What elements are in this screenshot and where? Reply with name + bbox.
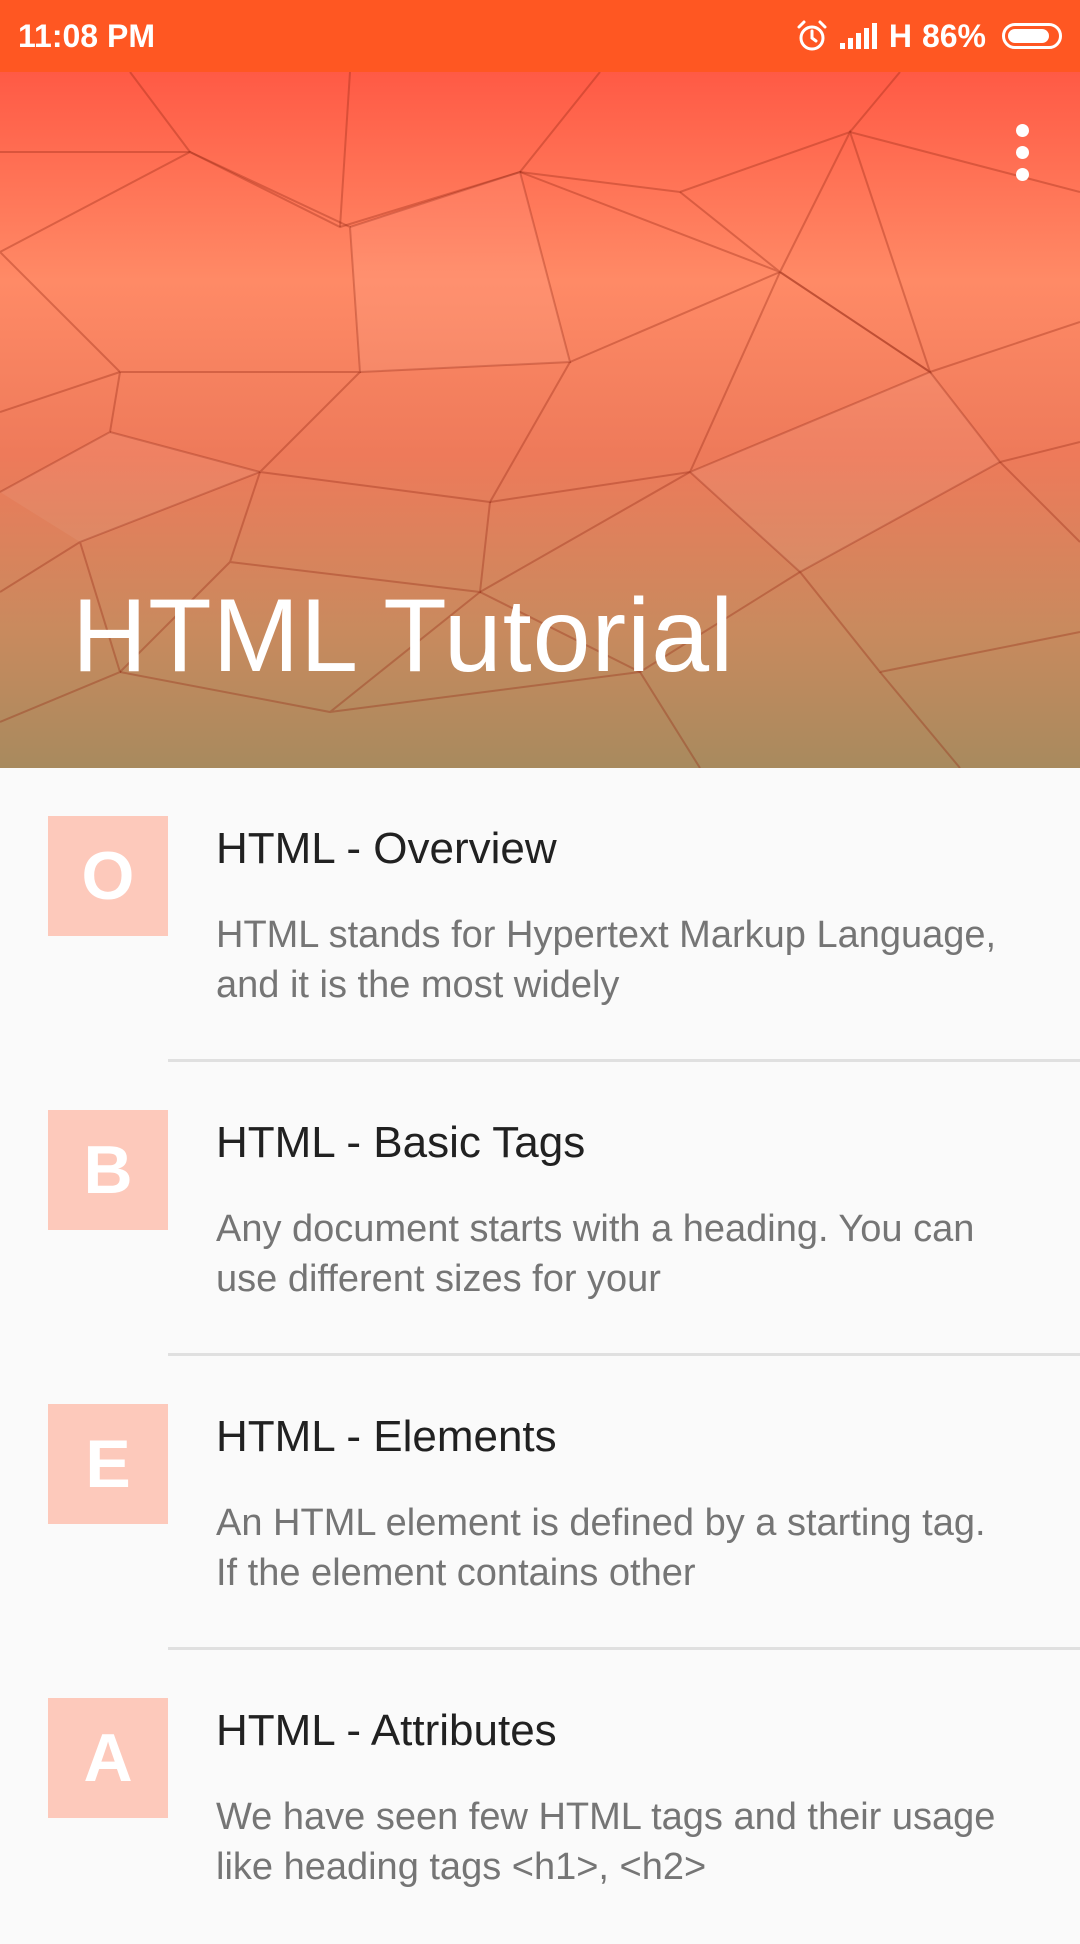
list-item-elements[interactable]: E HTML - Elements An HTML element is def… bbox=[0, 1356, 1080, 1650]
network-type: H bbox=[888, 17, 912, 54]
list-item-basic-tags[interactable]: B HTML - Basic Tags Any document starts … bbox=[0, 1062, 1080, 1356]
list-item-overview[interactable]: O HTML - Overview HTML stands for Hypert… bbox=[0, 768, 1080, 1062]
more-vertical-icon bbox=[1015, 123, 1029, 137]
menu-dot bbox=[1015, 167, 1029, 181]
status-time: 11:08 PM bbox=[18, 17, 155, 54]
item-description: Any document starts with a heading. You … bbox=[216, 1208, 975, 1300]
tutorial-list: O HTML - Overview HTML stands for Hypert… bbox=[0, 768, 1080, 1944]
list-item-attributes[interactable]: A HTML - Attributes We have seen few HTM… bbox=[0, 1650, 1080, 1944]
item-title: HTML - Attributes bbox=[216, 1706, 557, 1755]
item-description: HTML stands for Hypertext Markup Languag… bbox=[216, 914, 997, 1006]
battery-icon bbox=[1002, 23, 1062, 49]
item-description: An HTML element is defined by a starting… bbox=[216, 1502, 986, 1594]
page-title: HTML Tutorial bbox=[72, 578, 735, 694]
menu-dot bbox=[1015, 145, 1029, 159]
item-title: HTML - Basic Tags bbox=[216, 1118, 586, 1167]
status-bar: 11:08 PM H 86% bbox=[0, 0, 1080, 72]
letter-badge: B bbox=[48, 1110, 168, 1230]
letter-badge: O bbox=[48, 816, 168, 936]
status-icons: H 86% bbox=[795, 18, 1062, 55]
alarm-icon bbox=[795, 19, 829, 53]
item-title: HTML - Overview bbox=[216, 824, 557, 873]
battery-percent: 86% bbox=[921, 17, 986, 54]
letter-badge: E bbox=[48, 1404, 168, 1524]
item-description: We have seen few HTML tags and their usa… bbox=[216, 1796, 996, 1888]
overflow-menu-button[interactable] bbox=[994, 112, 1050, 192]
header-banner: HTML Tutorial bbox=[0, 72, 1080, 768]
signal-icon bbox=[839, 21, 879, 51]
battery-fill bbox=[1008, 29, 1049, 43]
item-title: HTML - Elements bbox=[216, 1412, 557, 1461]
letter-badge: A bbox=[48, 1698, 168, 1818]
